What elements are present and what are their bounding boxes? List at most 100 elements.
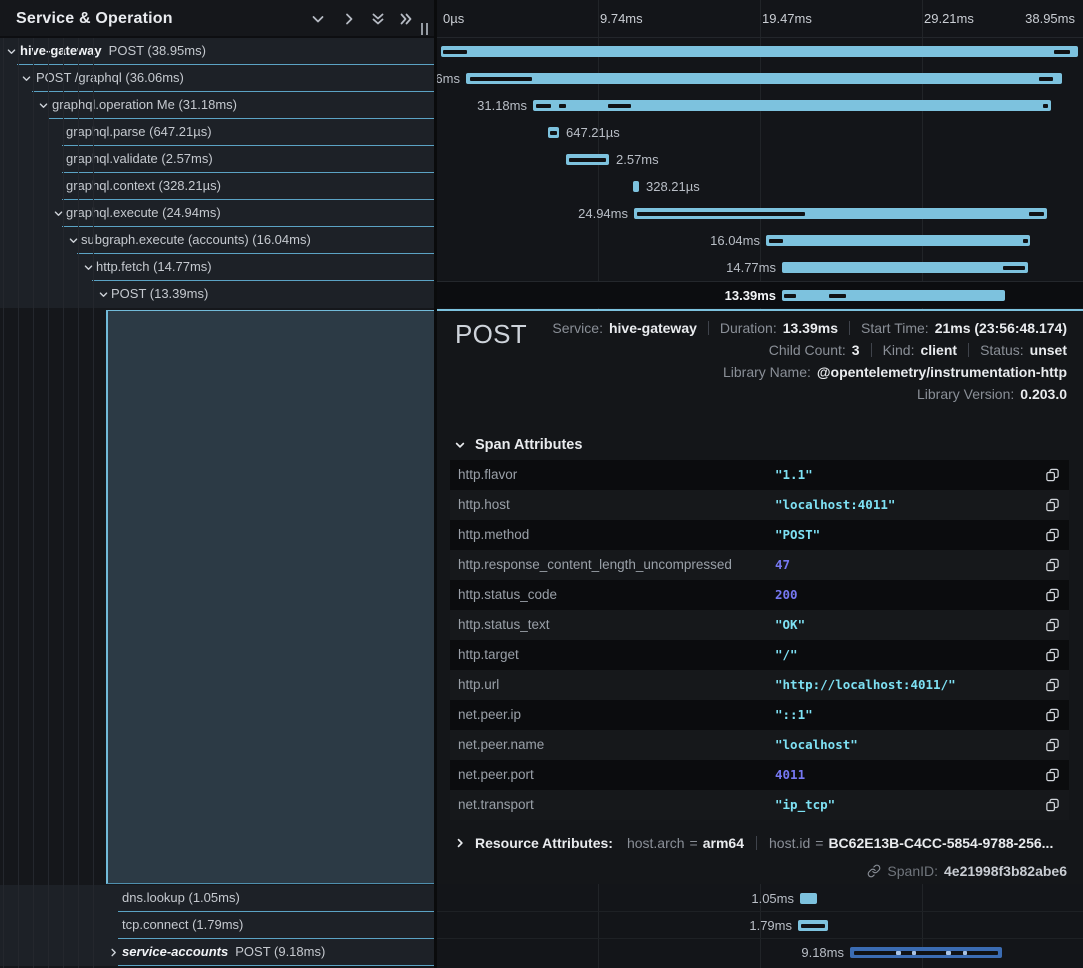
tree-indent-guide	[33, 38, 34, 968]
span-row-graphql-operation[interactable]: graphql.operation Me (31.18ms)	[0, 92, 434, 119]
span-row-graphql-context[interactable]: graphql.context (328.21µs)	[0, 173, 434, 200]
chevron-down-icon[interactable]	[98, 289, 109, 300]
double-chevron-down-icon[interactable]	[370, 11, 386, 27]
span-row-service-accounts-post[interactable]: service-accountsPOST (9.18ms)	[0, 939, 434, 966]
span-bar[interactable]	[782, 290, 1005, 301]
chevron-down-icon	[454, 439, 466, 451]
span-bar[interactable]	[548, 127, 559, 138]
timeline-row[interactable]: 16.04ms	[437, 227, 1083, 254]
double-chevron-right-icon[interactable]	[398, 11, 414, 27]
span-bar[interactable]	[798, 920, 828, 931]
field-separator	[708, 321, 709, 335]
span-bar[interactable]	[766, 235, 1030, 246]
duration-label: 31.18ms	[477, 92, 527, 119]
span-title: POST	[455, 319, 527, 350]
duration-label: 328.21µs	[646, 173, 700, 200]
span-bar[interactable]	[850, 947, 1002, 958]
timeline-row[interactable]: 1.79ms	[437, 912, 1083, 939]
span-bar[interactable]	[633, 181, 639, 192]
copy-icon[interactable]	[1045, 527, 1060, 543]
copy-icon[interactable]	[1045, 647, 1060, 663]
link-icon[interactable]	[867, 864, 881, 878]
span-id: SpanID: 4e21998f3b82abe6	[867, 863, 1067, 879]
span-bar[interactable]	[634, 208, 1047, 219]
panel-resize-handle[interactable]	[419, 23, 429, 35]
timeline-row[interactable]: 2.57ms	[437, 146, 1083, 173]
chevron-down-icon[interactable]	[6, 46, 17, 57]
copy-icon[interactable]	[1045, 737, 1060, 753]
copy-icon[interactable]	[1045, 557, 1060, 573]
chevron-down-icon[interactable]	[310, 11, 326, 27]
time-tick: 9.74ms	[600, 0, 643, 37]
timeline-row[interactable]: 9.18ms	[437, 939, 1083, 966]
timeline-row[interactable]: 647.21µs	[437, 119, 1083, 146]
field-value: 0.203.0	[1020, 386, 1067, 402]
span-bar[interactable]	[782, 262, 1028, 273]
field-value: hive-gateway	[609, 320, 697, 336]
copy-icon[interactable]	[1045, 497, 1060, 513]
span-row-subgraph-execute[interactable]: subgraph.execute (accounts) (16.04ms)	[0, 227, 434, 254]
resource-key: host.id	[769, 835, 810, 851]
span-row-dns-lookup[interactable]: dns.lookup (1.05ms)	[0, 885, 434, 912]
attribute-row: http.flavor "1.1"	[450, 460, 1069, 490]
span-row-graphql-parse[interactable]: graphql.parse (647.21µs)	[0, 119, 434, 146]
selected-span-detail-block[interactable]	[106, 310, 434, 884]
resource-attributes-row[interactable]: Resource Attributes: host.arch = arm64 h…	[454, 835, 1053, 851]
span-row-tcp-connect[interactable]: tcp.connect (1.79ms)	[0, 912, 434, 939]
resource-key: host.arch	[627, 835, 685, 851]
copy-icon[interactable]	[1045, 587, 1060, 603]
field-value: 13.39ms	[783, 320, 838, 336]
timeline-row[interactable]: 38.95ms	[437, 38, 1083, 65]
span-bar[interactable]	[533, 100, 1051, 111]
span-attributes-section-header[interactable]: Span Attributes	[454, 437, 582, 453]
copy-icon[interactable]	[1045, 707, 1060, 723]
timeline-row-selected[interactable]: 13.39ms	[437, 281, 1083, 308]
copy-icon[interactable]	[1045, 677, 1060, 693]
attribute-row: net.peer.port 4011	[450, 760, 1069, 790]
attribute-key: net.peer.port	[458, 760, 534, 790]
attribute-value: 200	[775, 580, 798, 610]
timeline-row[interactable]: 328.21µs	[437, 173, 1083, 200]
field-label: Duration:	[720, 320, 777, 336]
span-label: http.fetch (14.77ms)	[96, 254, 212, 280]
timeline-row[interactable]: 14.77ms	[437, 254, 1083, 281]
timeline-row[interactable]: 24.94ms	[437, 200, 1083, 227]
span-bar[interactable]	[800, 893, 817, 904]
span-row-graphql-execute[interactable]: graphql.execute (24.94ms)	[0, 200, 434, 227]
timeline-panel: 0µs 9.74ms 19.47ms 29.21ms 38.95ms 38.95…	[437, 0, 1083, 968]
span-row-post-graphql[interactable]: POST /graphql (36.06ms)	[0, 65, 434, 92]
attribute-value: "localhost:4011"	[775, 490, 895, 520]
span-detail-panel: POST Service:hive-gateway Duration:13.39…	[437, 309, 1083, 884]
attribute-row: http.method "POST"	[450, 520, 1069, 550]
attribute-row: http.response_content_length_uncompresse…	[450, 550, 1069, 580]
section-title: Resource Attributes:	[475, 835, 613, 851]
copy-icon[interactable]	[1045, 767, 1060, 783]
copy-icon[interactable]	[1045, 467, 1060, 483]
field-label: Start Time:	[861, 320, 929, 336]
timeline-row[interactable]: 36.06ms	[437, 65, 1083, 92]
span-row-hive-gateway-post[interactable]: hive-gatewayPOST (38.95ms)	[0, 38, 434, 65]
duration-label: 14.77ms	[726, 254, 776, 281]
chevron-right-icon[interactable]	[341, 11, 357, 27]
chevron-down-icon[interactable]	[21, 73, 32, 84]
chevron-right-icon[interactable]	[108, 947, 119, 958]
attribute-value: "http://localhost:4011/"	[775, 670, 956, 700]
span-row-graphql-validate[interactable]: graphql.validate (2.57ms)	[0, 146, 434, 173]
span-row-http-fetch[interactable]: http.fetch (14.77ms)	[0, 254, 434, 281]
span-bar[interactable]	[566, 154, 609, 165]
timeline-row[interactable]: 1.05ms	[437, 885, 1083, 912]
attribute-key: http.status_text	[458, 610, 550, 640]
copy-icon[interactable]	[1045, 617, 1060, 633]
span-attributes-table: http.flavor "1.1" http.host "localhost:4…	[450, 460, 1069, 820]
timeline-row[interactable]: 31.18ms	[437, 92, 1083, 119]
span-bar[interactable]	[466, 73, 1062, 84]
attribute-key: http.target	[458, 640, 519, 670]
attribute-value: "/"	[775, 640, 798, 670]
copy-icon[interactable]	[1045, 797, 1060, 813]
attribute-key: http.flavor	[458, 460, 517, 490]
duration-label: 24.94ms	[578, 200, 628, 227]
time-tick: 0µs	[443, 0, 464, 37]
span-bar[interactable]	[441, 46, 1078, 57]
panel-divider[interactable]	[434, 0, 437, 968]
span-row-post-selected[interactable]: POST (13.39ms)	[0, 281, 434, 308]
